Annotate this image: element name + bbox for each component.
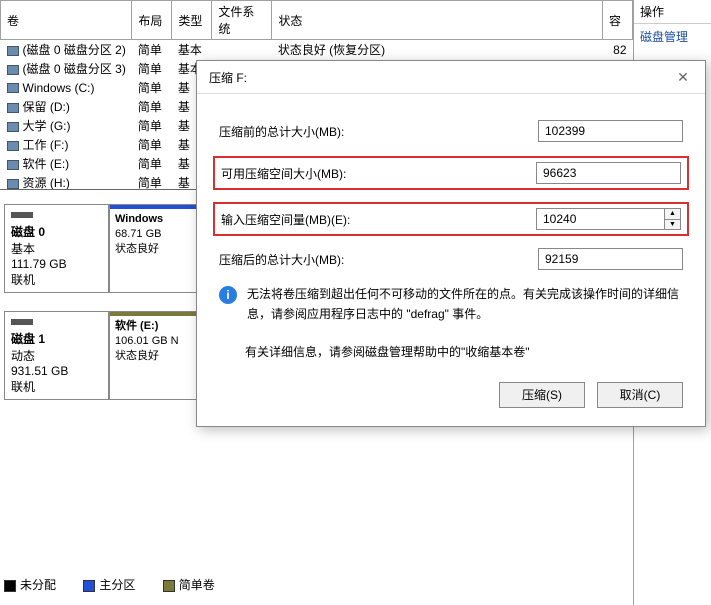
col-status[interactable]: 状态 <box>272 1 603 40</box>
shrink-dialog: 压缩 F: ✕ 压缩前的总计大小(MB): 102399 可用压缩空间大小(MB… <box>196 60 706 427</box>
disk-icon <box>11 212 33 218</box>
volume-icon <box>7 122 19 132</box>
col-volume[interactable]: 卷 <box>1 1 132 40</box>
volume-icon <box>7 141 19 151</box>
legend-label-simple: 简单卷 <box>179 578 215 592</box>
disk-icon <box>11 319 33 325</box>
legend: 未分配 主分区 简单卷 <box>4 576 239 593</box>
label-shrink-amount: 输入压缩空间量(MB)(E): <box>221 211 536 228</box>
label-total-before: 压缩前的总计大小(MB): <box>219 123 538 140</box>
partition[interactable]: 软件 (E:)106.01 GB N状态良好 <box>110 312 200 399</box>
col-type[interactable]: 类型 <box>172 1 212 40</box>
disk-label[interactable]: 磁盘 1动态931.51 GB联机 <box>4 311 109 400</box>
table-row[interactable]: (磁盘 0 磁盘分区 2)简单基本状态良好 (恢复分区)82 <box>1 40 633 60</box>
info-icon: i <box>219 286 237 304</box>
volume-icon <box>7 103 19 113</box>
col-capacity[interactable]: 容 <box>603 1 633 40</box>
label-available-shrink: 可用压缩空间大小(MB): <box>221 165 536 182</box>
value-total-after: 92159 <box>538 248 683 270</box>
volume-icon <box>7 83 19 93</box>
col-layout[interactable]: 布局 <box>132 1 172 40</box>
actions-header: 操作 <box>634 0 711 24</box>
value-total-before: 102399 <box>538 120 683 142</box>
input-shrink-amount[interactable]: 10240 ▲ ▼ <box>536 208 681 230</box>
spinner-up-icon[interactable]: ▲ <box>665 209 680 220</box>
volume-icon <box>7 179 19 189</box>
input-shrink-amount-value: 10240 <box>543 212 576 226</box>
actions-item-disk-management[interactable]: 磁盘管理 <box>634 24 711 49</box>
col-fs[interactable]: 文件系统 <box>212 1 272 40</box>
label-total-after: 压缩后的总计大小(MB): <box>219 251 538 268</box>
close-icon[interactable]: ✕ <box>669 67 697 87</box>
dialog-title: 压缩 F: <box>209 69 247 86</box>
cancel-button[interactable]: 取消(C) <box>597 382 683 408</box>
volume-icon <box>7 65 19 75</box>
shrink-button[interactable]: 压缩(S) <box>499 382 585 408</box>
legend-label-primary: 主分区 <box>99 578 135 592</box>
volume-icon <box>7 46 19 56</box>
info-text: 无法将卷压缩到超出任何不可移动的文件所在的点。有关完成该操作时间的详细信息，请参… <box>247 284 683 325</box>
spinner-down-icon[interactable]: ▼ <box>665 220 680 230</box>
value-available-shrink: 96623 <box>536 162 681 184</box>
more-info-text: 有关详细信息，请参阅磁盘管理帮助中的"收缩基本卷" <box>245 343 683 360</box>
legend-swatch-primary <box>83 580 95 592</box>
legend-swatch-unallocated <box>4 580 16 592</box>
legend-swatch-simple <box>163 580 175 592</box>
disk-label[interactable]: 磁盘 0基本111.79 GB联机 <box>4 204 109 293</box>
partition[interactable]: Windows68.71 GB状态良好 <box>110 205 210 292</box>
legend-label-unallocated: 未分配 <box>20 578 56 592</box>
volume-icon <box>7 160 19 170</box>
